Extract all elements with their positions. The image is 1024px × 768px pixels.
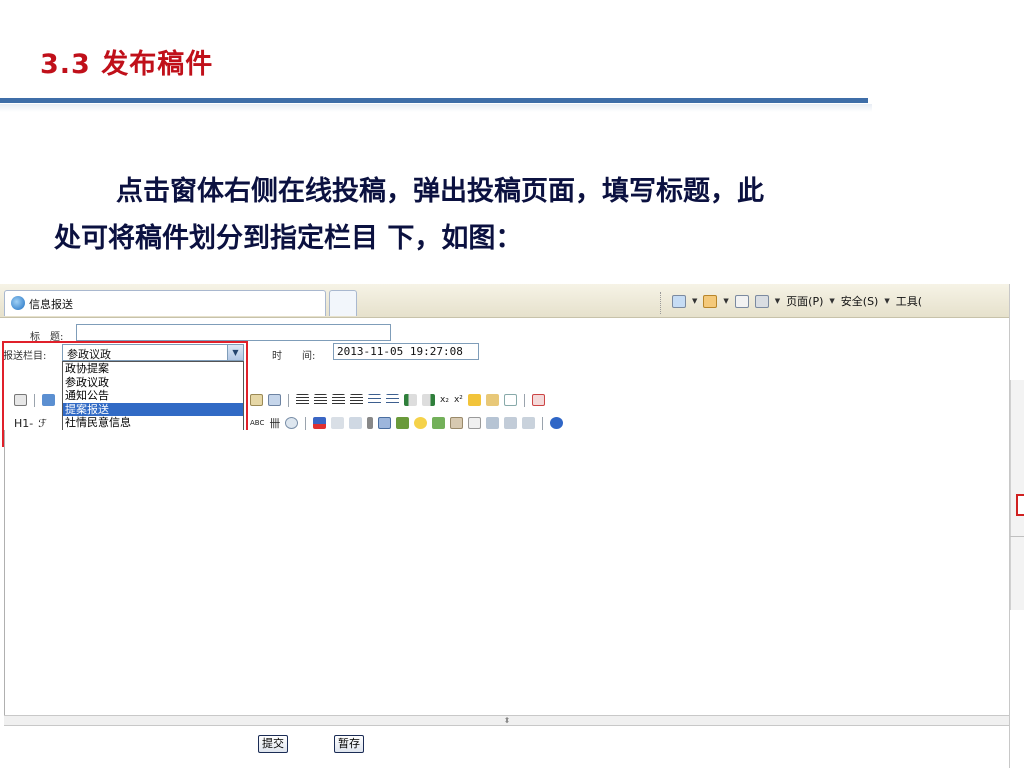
map-icon[interactable]: [432, 417, 446, 429]
print-icon[interactable]: [754, 294, 769, 308]
home-icon[interactable]: [672, 294, 686, 308]
safety-menu[interactable]: 安全(S): [841, 293, 879, 309]
slide-title: 3.3 发布稿件: [40, 49, 214, 80]
table-icon[interactable]: [378, 417, 392, 429]
heading-menu[interactable]: H1-: [14, 417, 33, 430]
editor-toolbar-left-1: [14, 390, 55, 410]
fullscreen-icon[interactable]: [531, 394, 545, 406]
link-icon[interactable]: [504, 417, 518, 429]
browser-tab-title: 信息报送: [29, 298, 73, 311]
editor-content-area[interactable]: [4, 430, 1009, 720]
title-rule-shadow: [0, 104, 872, 112]
align-left-icon[interactable]: [296, 394, 309, 406]
mail-icon[interactable]: [734, 294, 749, 308]
ordered-list-icon[interactable]: [368, 394, 381, 406]
description-line-1: 点击窗体右侧在线投稿，弹出投稿页面，填写标题，此: [116, 176, 764, 207]
background-window-red-edge: [1016, 494, 1024, 516]
submit-button[interactable]: 提交: [258, 735, 288, 753]
text-color-icon[interactable]: [313, 417, 327, 429]
image-icon[interactable]: [349, 417, 363, 429]
justify-icon[interactable]: [350, 394, 363, 406]
rss-feed-icon[interactable]: [703, 294, 718, 308]
link-edit-icon[interactable]: [285, 417, 299, 429]
select-all-icon[interactable]: [503, 394, 517, 406]
anchor-icon[interactable]: [486, 417, 500, 429]
toolbar-separator: [660, 292, 661, 314]
help-icon[interactable]: [550, 417, 564, 429]
chevron-down-icon[interactable]: ▼: [829, 297, 834, 305]
chevron-down-icon[interactable]: ▼: [723, 297, 728, 305]
subscript-icon[interactable]: x₂: [440, 395, 449, 405]
time-label: 时 间:: [272, 351, 316, 362]
toolbar-divider: [542, 416, 544, 430]
browser-screenshot: 信息报送 ▼ ▼ ▼ 页面(P) ▼ 安全(S) ▼ 工具( 标 题: 报送栏目…: [0, 284, 1010, 768]
toolbar-divider: [288, 393, 289, 407]
title-rule: [0, 98, 868, 103]
format-brush-icon[interactable]: [467, 394, 481, 406]
toolbar-divider: [523, 393, 525, 407]
attachment-icon[interactable]: [367, 417, 374, 429]
source-icon[interactable]: [14, 394, 27, 406]
spellcheck-icon[interactable]: ABC: [250, 419, 264, 427]
chevron-down-icon[interactable]: ▼: [775, 297, 780, 305]
time-input[interactable]: 2013-11-05 19:27:08: [333, 343, 479, 360]
ie-logo-icon: [11, 296, 25, 310]
browser-tab-bar: 信息报送 ▼ ▼ ▼ 页面(P) ▼ 安全(S) ▼ 工具(: [0, 284, 1009, 318]
paste-text-icon[interactable]: [250, 394, 263, 406]
font-family-icon[interactable]: ℱ: [38, 417, 47, 430]
browser-command-bar: ▼ ▼ ▼ 页面(P) ▼ 安全(S) ▼ 工具(: [672, 293, 922, 309]
paste-word-icon[interactable]: [268, 394, 281, 406]
toolbar-divider: [305, 416, 307, 430]
title-input[interactable]: [76, 324, 391, 341]
superscript-icon[interactable]: x²: [454, 395, 463, 405]
highlight-icon[interactable]: [331, 417, 345, 429]
slide-description: 点击窗体右侧在线投稿，弹出投稿页面，填写标题，此 处可将稿件划分到指定栏目 下，…: [54, 168, 954, 262]
page-break-icon[interactable]: [468, 417, 482, 429]
description-line-2: 处可将稿件划分到指定栏目 下，如图：: [54, 223, 523, 254]
toolbar-divider: [34, 393, 35, 407]
chevron-down-icon[interactable]: ▼: [692, 297, 697, 305]
editor-toolbar-row-1: x₂ x²: [250, 390, 545, 410]
unlink-icon[interactable]: [522, 417, 536, 429]
video-icon[interactable]: [450, 417, 464, 429]
emoticon-icon[interactable]: [414, 417, 428, 429]
background-window-line: [1010, 536, 1024, 537]
undo-icon[interactable]: [42, 394, 55, 406]
chevron-down-icon[interactable]: ▼: [884, 297, 889, 305]
tools-menu[interactable]: 工具(: [896, 293, 922, 309]
insert-row-icon[interactable]: [396, 417, 410, 429]
new-tab-button[interactable]: [329, 290, 357, 316]
browser-tab-active[interactable]: 信息报送: [4, 290, 326, 316]
save-draft-button[interactable]: 暂存: [334, 735, 364, 753]
editor-resize-handle[interactable]: ⬍: [4, 715, 1009, 726]
table-grid-icon[interactable]: 卌: [269, 415, 280, 431]
page-menu[interactable]: 页面(P): [786, 293, 823, 309]
align-right-icon[interactable]: [332, 394, 345, 406]
clear-format-icon[interactable]: [485, 394, 499, 406]
unordered-list-icon[interactable]: [386, 394, 399, 406]
indent-icon[interactable]: [404, 394, 417, 406]
align-center-icon[interactable]: [314, 394, 327, 406]
outdent-icon[interactable]: [422, 394, 435, 406]
